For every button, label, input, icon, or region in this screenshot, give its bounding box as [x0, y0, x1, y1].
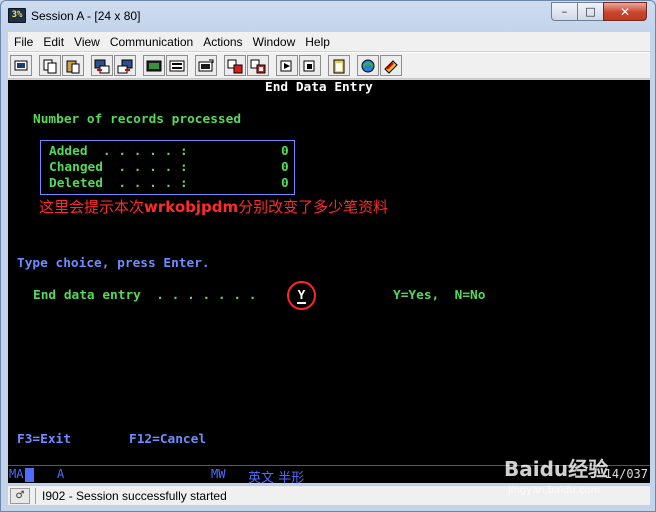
close-button[interactable]: ✕ [603, 2, 647, 21]
records-added-value: 0 [281, 144, 289, 159]
screen-title: End Data Entry [265, 80, 373, 95]
maximize-button[interactable]: □ [577, 2, 603, 21]
clipboard-icon[interactable] [328, 55, 350, 76]
macro-stop-icon[interactable] [299, 55, 321, 76]
print-screen-icon[interactable] [10, 55, 32, 76]
menu-edit[interactable]: Edit [38, 35, 69, 49]
menu-actions[interactable]: Actions [198, 35, 247, 49]
emulator-window: 3% Session A - [24 x 80] – □ ✕ File Edit… [0, 0, 656, 512]
menu-help[interactable]: Help [300, 35, 335, 49]
records-added-label: Added . . . . . : [49, 144, 188, 159]
run-macro-icon[interactable] [276, 55, 298, 76]
records-deleted-label: Deleted . . . . : [49, 176, 188, 191]
send-file-icon[interactable] [91, 55, 113, 76]
records-heading: Number of records processed [33, 112, 242, 127]
oia-ime-mode: 英文 半形 [248, 471, 305, 486]
highlight-circle [287, 281, 316, 310]
window-title: Session A - [24 x 80] [31, 9, 141, 23]
menu-window[interactable]: Window [248, 35, 301, 49]
copy-icon[interactable] [39, 55, 61, 76]
oia-cursor-block [25, 468, 34, 482]
minimize-button[interactable]: – [551, 2, 577, 21]
record-macro-icon[interactable] [166, 55, 188, 76]
menu-communication[interactable]: Communication [105, 35, 198, 49]
connection-status-icon: ♂ [10, 488, 30, 504]
prompt-label: End data entry . . . . . . . [33, 288, 257, 303]
status-bar: ♂ I902 - Session successfully started [8, 485, 650, 505]
cursor-position: 14/037 [604, 467, 648, 481]
instruction-text: Type choice, press Enter. [17, 256, 210, 271]
oia-mode: MA [9, 467, 24, 481]
annotation-prefix: 这里会提示本次 [39, 198, 145, 216]
paste-icon[interactable] [62, 55, 84, 76]
playback-icon[interactable] [224, 55, 246, 76]
records-deleted-value: 0 [281, 176, 289, 191]
stop-icon[interactable] [247, 55, 269, 76]
disconnect-icon[interactable] [380, 55, 402, 76]
records-changed-value: 0 [281, 160, 289, 175]
menu-view[interactable]: View [69, 35, 105, 49]
annotation-note: 这里会提示本次wrkobjpdm分别改变了多少笔资料 [39, 196, 388, 217]
app-icon[interactable]: 3% [8, 8, 26, 23]
oia-a: A [57, 467, 65, 481]
connect-icon[interactable] [357, 55, 379, 76]
f12-cancel-key[interactable]: F12=Cancel [129, 432, 206, 448]
annotation-command: wrkobjpdm [144, 198, 239, 216]
menu-bar: File Edit View Communication Actions Win… [8, 32, 650, 51]
operator-info-area: MA A MW 英文 半形 14/037 [8, 465, 650, 486]
status-message: I902 - Session successfully started [42, 489, 227, 503]
title-bar[interactable]: 3% Session A - [24 x 80] – □ ✕ [1, 1, 655, 31]
menu-file[interactable]: File [8, 35, 38, 49]
f3-exit-key[interactable]: F3=Exit [17, 432, 71, 448]
display-keypad-icon[interactable] [143, 55, 165, 76]
receive-file-icon[interactable] [114, 55, 136, 76]
oia-mw: MW [211, 467, 226, 481]
annotation-suffix: 分别改变了多少笔资料 [238, 198, 389, 216]
terminal-screen[interactable]: End Data Entry Number of records process… [8, 80, 650, 465]
records-changed-label: Changed . . . . : [49, 160, 188, 175]
prompt-hint: Y=Yes, N=No [393, 288, 486, 303]
window-controls: – □ ✕ [551, 2, 647, 22]
status-separator [35, 488, 36, 504]
customize-icon[interactable] [195, 55, 217, 76]
toolbar [8, 52, 650, 79]
